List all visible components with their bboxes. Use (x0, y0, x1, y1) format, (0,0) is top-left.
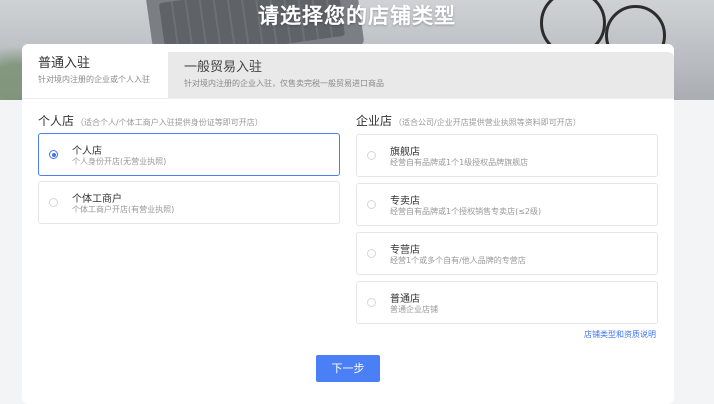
store-type-card: 普通入驻 针对境内注册的企业或个人入驻 一般贸易入驻 针对境内注册的企业入驻，仅… (22, 44, 674, 404)
option-description: 普通企业店铺 (390, 305, 438, 314)
radio-icon[interactable] (49, 198, 58, 207)
tab-description: 针对境内注册的企业入驻，仅售卖完税一般贸易进口商品 (184, 79, 384, 88)
section-title: 个人店 (38, 114, 75, 128)
section-hint: （适合公司/企业开店提供营业执照等资料即可开店） (394, 118, 581, 127)
section-heading: 企业店 （适合公司/企业开店提供营业执照等资料即可开店） (356, 112, 658, 128)
radio-icon[interactable] (367, 151, 376, 160)
option-description: 个人身份开店(无营业执照) (72, 157, 167, 166)
option-title: 普通店 (390, 294, 420, 305)
entry-tabs: 普通入驻 针对境内注册的企业或个人入驻 一般贸易入驻 针对境内注册的企业入驻，仅… (22, 48, 674, 100)
radio-icon[interactable] (367, 298, 376, 307)
option-individual-business[interactable]: 个体工商户 个体工商户开店(有营业执照) (38, 181, 340, 224)
option-title: 专营店 (390, 245, 420, 256)
tab-general-trade-entry[interactable]: 一般贸易入驻 针对境内注册的企业入驻，仅售卖完税一般贸易进口商品 (168, 52, 674, 98)
page-title: 请选择您的店铺类型 (258, 4, 456, 28)
divider (22, 98, 674, 99)
tab-general-entry[interactable]: 普通入驻 针对境内注册的企业或个人入驻 (22, 48, 168, 98)
option-title: 专卖店 (390, 196, 420, 207)
option-flagship-store[interactable]: 旗舰店 经营自有品牌或1个1级授权品牌旗舰店 (356, 134, 658, 177)
option-personal-store[interactable]: 个人店 个人身份开店(无营业执照) (38, 133, 340, 176)
store-type-info-link[interactable]: 店铺类型和资质说明 (584, 329, 656, 340)
radio-icon[interactable] (367, 249, 376, 258)
tab-label: 普通入驻 (38, 56, 91, 71)
radio-selected-icon[interactable] (49, 150, 58, 159)
enterprise-store-section: 企业店 （适合公司/企业开店提供营业执照等资料即可开店） 旗舰店 经营自有品牌或1… (356, 112, 658, 324)
section-heading: 个人店 （适合个人/个体工商户入驻提供身份证等即可开店） (38, 112, 340, 128)
option-title: 个体工商户 (72, 194, 122, 205)
section-hint: （适合个人/个体工商户入驻提供身份证等即可开店） (76, 118, 263, 127)
option-description: 经营自有品牌或1个授权销售专卖店(≤2级) (390, 207, 542, 216)
option-title: 旗舰店 (390, 147, 420, 158)
tab-description: 针对境内注册的企业或个人入驻 (38, 75, 150, 84)
tab-label: 一般贸易入驻 (184, 60, 263, 75)
option-exclusive-store[interactable]: 专卖店 经营自有品牌或1个授权销售专卖店(≤2级) (356, 183, 658, 226)
option-description: 经营1个或多个自有/他人品牌的专营店 (390, 256, 526, 265)
option-specialty-store[interactable]: 专营店 经营1个或多个自有/他人品牌的专营店 (356, 232, 658, 275)
radio-icon[interactable] (367, 200, 376, 209)
option-description: 个体工商户开店(有营业执照) (72, 205, 175, 214)
option-standard-store[interactable]: 普通店 普通企业店铺 (356, 281, 658, 324)
personal-store-section: 个人店 （适合个人/个体工商户入驻提供身份证等即可开店） 个人店 个人身份开店(无… (38, 112, 340, 224)
next-step-button[interactable]: 下一步 (316, 355, 380, 382)
option-description: 经营自有品牌或1个1级授权品牌旗舰店 (390, 158, 529, 167)
section-title: 企业店 (356, 114, 393, 128)
option-title: 个人店 (72, 146, 102, 157)
